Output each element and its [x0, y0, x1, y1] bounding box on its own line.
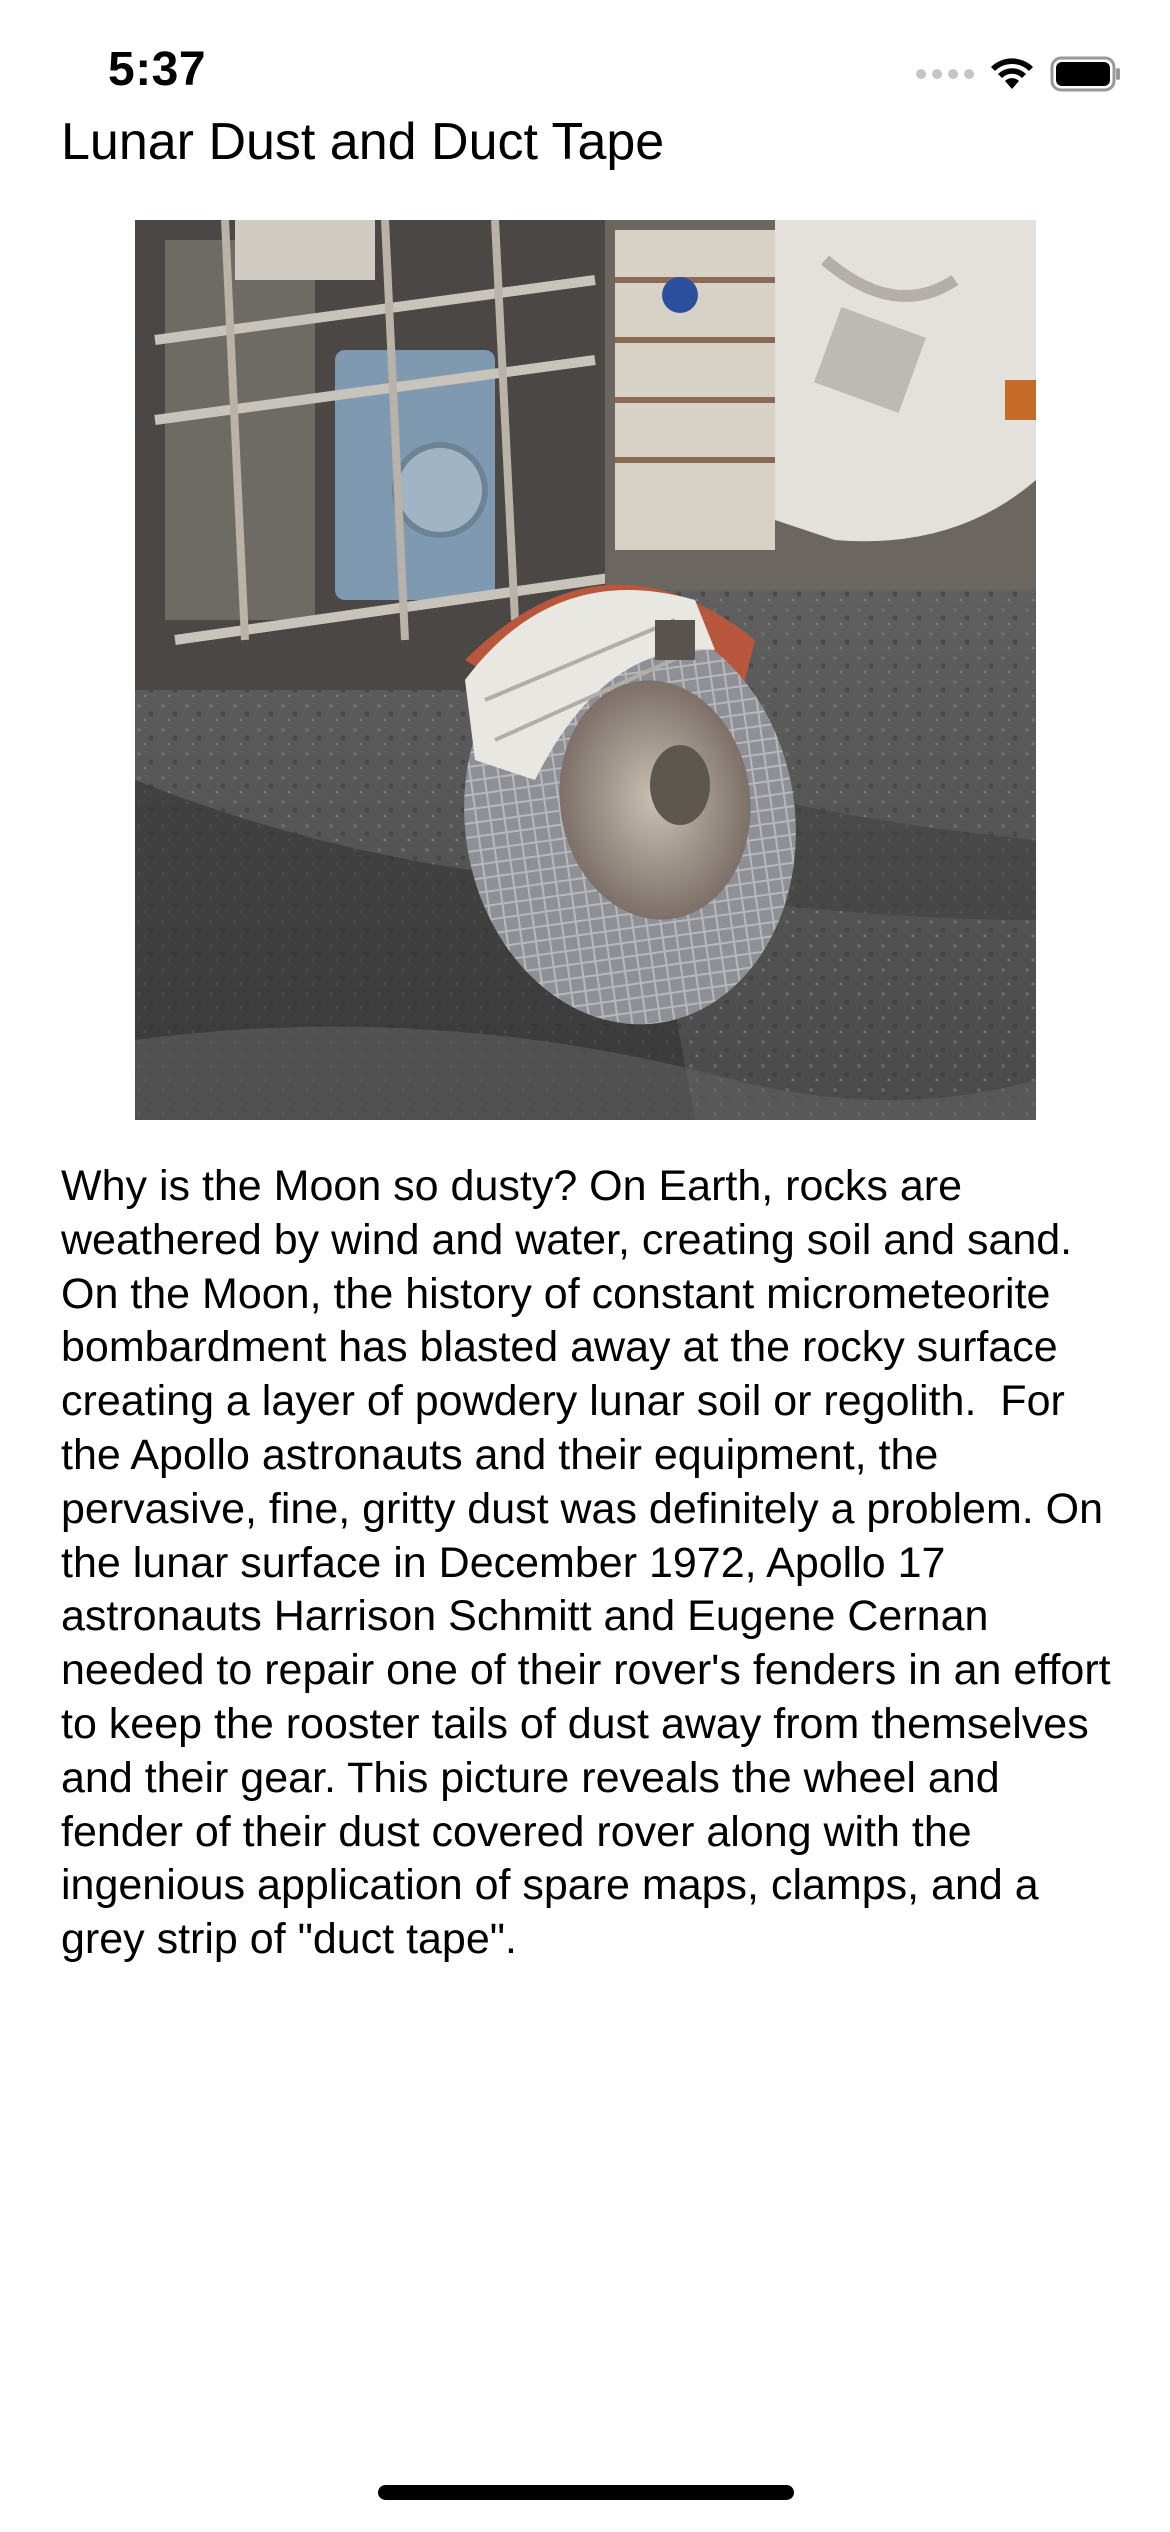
explanation-text: Why is the Moon so dusty? On Earth, rock… [61, 1162, 1123, 1964]
page-title: Lunar Dust and Duct Tape [61, 113, 665, 171]
status-icons [916, 52, 1122, 96]
battery-icon [1050, 56, 1120, 92]
status-time: 5:37 [108, 43, 207, 96]
home-indicator[interactable] [378, 2485, 794, 2500]
apollo-rover-fender-photo [135, 220, 1036, 1120]
wifi-icon [991, 58, 1033, 89]
cellular-signal-icon [916, 69, 974, 79]
